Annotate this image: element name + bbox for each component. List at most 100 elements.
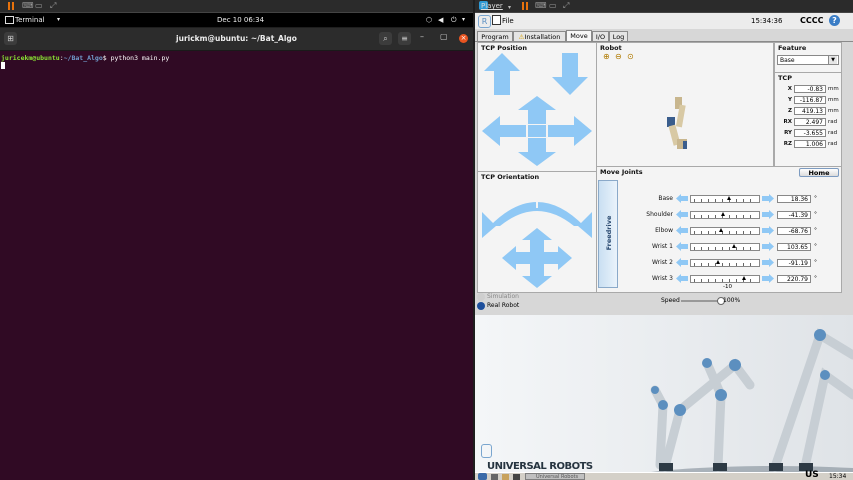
menu-icon[interactable]: ≡ bbox=[398, 32, 411, 45]
tcp-value-field: 2.497 bbox=[794, 118, 826, 126]
joint-decrease-arrow[interactable] bbox=[676, 194, 688, 203]
joint-slider[interactable] bbox=[690, 275, 760, 283]
tcp-position-panel: TCP Position bbox=[477, 42, 597, 172]
chevron-down-icon[interactable]: ▾ bbox=[57, 16, 60, 23]
move-up-arrow[interactable] bbox=[484, 53, 520, 95]
polyscope-title-bar: R File 15:34:36 CCCC ? bbox=[475, 13, 853, 29]
feature-panel: Feature Base ▼ bbox=[774, 42, 842, 73]
taskbar-time: 15:34 bbox=[829, 473, 847, 480]
joint-increase-arrow[interactable] bbox=[762, 210, 774, 219]
tcp-axis-label: X bbox=[787, 86, 792, 92]
player-menu[interactable]: Player bbox=[481, 1, 503, 11]
chevron-down-icon[interactable]: ▼ bbox=[828, 56, 837, 64]
taskbar-lang[interactable]: US bbox=[805, 470, 819, 480]
joint-slider-knob[interactable] bbox=[716, 260, 721, 264]
tcp-value-field: -0.83 bbox=[794, 85, 826, 93]
joint-decrease-arrow[interactable] bbox=[676, 226, 688, 235]
robot-name: CCCC bbox=[800, 16, 824, 25]
robot-3d-model[interactable] bbox=[661, 95, 695, 155]
send-keys-icon[interactable]: ⌨ bbox=[22, 2, 34, 10]
home-button[interactable]: Home bbox=[799, 168, 839, 177]
move-down-arrow[interactable] bbox=[552, 53, 588, 95]
zoom-in-icon[interactable]: ⊕ bbox=[603, 52, 610, 61]
minimize-icon[interactable]: – bbox=[420, 32, 424, 41]
screen-icon[interactable]: ▭ bbox=[549, 2, 559, 10]
move-joints-title: Move Joints bbox=[600, 168, 643, 176]
joint-slider[interactable] bbox=[690, 195, 760, 203]
joint-label: Wrist 1 bbox=[652, 243, 673, 250]
joint-label: Elbow bbox=[655, 227, 673, 234]
terminal-body[interactable]: juricekm@ubuntu:~/Bat_Algo$ python3 main… bbox=[0, 51, 473, 480]
joint-slider-knob[interactable] bbox=[742, 276, 746, 280]
joint-slider-knob[interactable] bbox=[732, 244, 737, 248]
tcp-value-field: 1.006 bbox=[794, 140, 826, 148]
pause-icon[interactable] bbox=[522, 2, 528, 10]
search-icon[interactable]: ⌕ bbox=[379, 32, 392, 45]
joint-increase-arrow[interactable] bbox=[762, 258, 774, 267]
joint-increase-arrow[interactable] bbox=[762, 242, 774, 251]
real-robot-radio[interactable] bbox=[477, 302, 485, 310]
joint-slider-knob[interactable] bbox=[719, 228, 724, 232]
volume-icon[interactable]: ◀ bbox=[438, 16, 443, 24]
joint-slider[interactable] bbox=[690, 227, 760, 235]
simulation-radio[interactable] bbox=[477, 293, 485, 301]
joint-decrease-arrow[interactable] bbox=[676, 274, 688, 283]
tab-installation-label: Installation bbox=[524, 33, 561, 41]
speed-label: Speed bbox=[661, 297, 680, 304]
joint-value-field: -41.39 bbox=[777, 211, 811, 219]
joint-decrease-arrow[interactable] bbox=[676, 210, 688, 219]
joint-slider[interactable] bbox=[690, 243, 760, 251]
zoom-out-icon[interactable]: ⊖ bbox=[615, 52, 622, 61]
maximize-icon[interactable]: ▢ bbox=[440, 32, 448, 41]
joint-increase-arrow[interactable] bbox=[762, 194, 774, 203]
screen-icon[interactable]: ▭ bbox=[35, 2, 45, 10]
file-menu[interactable]: File bbox=[502, 17, 514, 25]
move-xy-cross[interactable] bbox=[482, 96, 592, 166]
terminal-prompt-line: juricekm@ubuntu:~/Bat_Algo$ python3 main… bbox=[1, 54, 169, 62]
orientation-control[interactable] bbox=[482, 182, 592, 288]
chevron-down-icon[interactable]: ▾ bbox=[508, 4, 511, 11]
pause-icon[interactable] bbox=[8, 2, 14, 10]
joint-slider-knob[interactable] bbox=[721, 212, 725, 216]
joint-increase-arrow[interactable] bbox=[762, 274, 774, 283]
tcp-orientation-title: TCP Orientation bbox=[481, 173, 540, 181]
freedrive-label: Freedrive bbox=[605, 215, 613, 251]
fullscreen-icon[interactable]: ⤢ bbox=[563, 2, 573, 10]
joint-slider[interactable] bbox=[690, 211, 760, 219]
robot-view-panel: Robot ⊕ ⊖ ⊙ bbox=[596, 42, 774, 168]
tcp-axis-label: RZ bbox=[783, 141, 792, 147]
close-icon[interactable]: × bbox=[459, 34, 468, 43]
power-icon[interactable]: ⏻ bbox=[451, 16, 457, 25]
zoom-fit-icon[interactable]: ⊙ bbox=[627, 52, 634, 61]
tcp-axis-label: RY bbox=[784, 130, 792, 136]
terminal-icon[interactable] bbox=[513, 474, 520, 480]
send-keys-icon[interactable]: ⌨ bbox=[535, 2, 547, 10]
simulation-label: Simulation bbox=[487, 293, 519, 300]
move-joints-panel: Move Joints Home Freedrive Base 18.36 ° Sho… bbox=[596, 166, 842, 293]
joint-value-field: -68.76 bbox=[777, 227, 811, 235]
joint-slider-knob[interactable] bbox=[727, 196, 731, 200]
joint-slider[interactable] bbox=[690, 259, 760, 267]
help-icon[interactable]: ? bbox=[829, 15, 840, 26]
freedrive-button[interactable]: Freedrive bbox=[598, 180, 618, 288]
fullscreen-icon[interactable]: ⤢ bbox=[50, 2, 60, 10]
tcp-axis-label: Y bbox=[788, 97, 792, 103]
terminal-command: python3 main.py bbox=[110, 54, 170, 62]
vm-toolbar-left: ⌨ ▭ ⤢ bbox=[0, 0, 473, 13]
desktop-icon[interactable] bbox=[491, 474, 498, 480]
joint-increase-arrow[interactable] bbox=[762, 226, 774, 235]
taskbar-item[interactable]: Universal Robots bbox=[525, 473, 585, 480]
network-icon[interactable]: ⬡ bbox=[426, 16, 432, 24]
feature-dropdown[interactable]: Base ▼ bbox=[777, 55, 839, 65]
clock[interactable]: Dec 10 06:34 bbox=[217, 16, 264, 24]
start-icon[interactable] bbox=[478, 473, 487, 480]
joint-decrease-arrow[interactable] bbox=[676, 242, 688, 251]
folder-icon[interactable] bbox=[502, 474, 509, 480]
terminal-app-menu[interactable]: Terminal bbox=[15, 16, 45, 24]
speed-slider[interactable] bbox=[681, 297, 725, 305]
ur-taskbar: Universal Robots US 15:34 bbox=[475, 470, 853, 480]
feature-value: Base bbox=[780, 57, 795, 64]
joint-decrease-arrow[interactable] bbox=[676, 258, 688, 267]
tcp-orientation-panel: TCP Orientation bbox=[477, 171, 597, 293]
chevron-down-icon[interactable]: ▾ bbox=[462, 16, 465, 23]
